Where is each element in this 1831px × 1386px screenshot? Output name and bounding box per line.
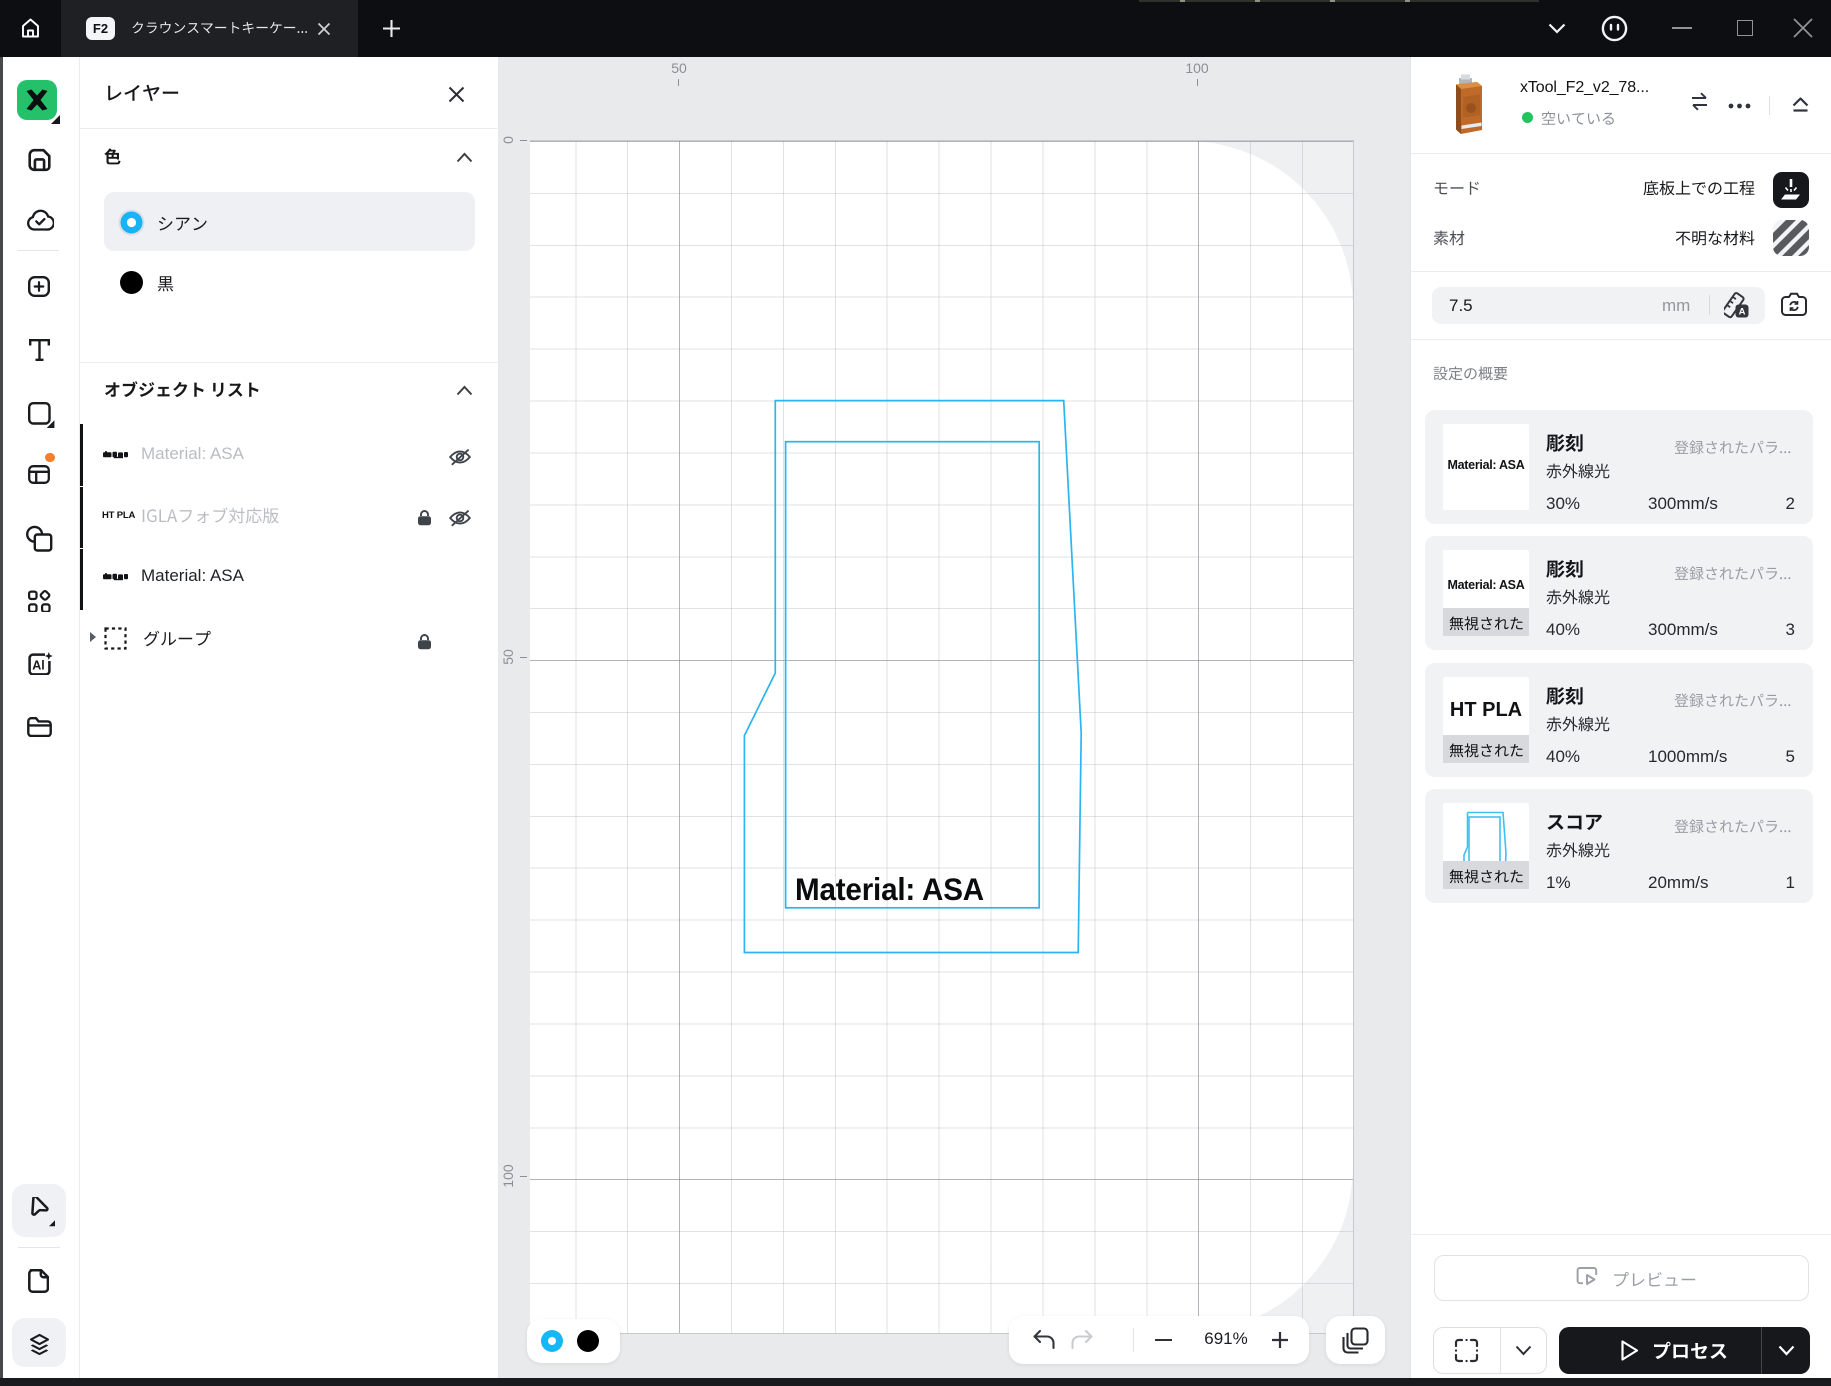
svg-text:A: A (1739, 307, 1746, 318)
svg-text:Al: Al (32, 659, 45, 673)
